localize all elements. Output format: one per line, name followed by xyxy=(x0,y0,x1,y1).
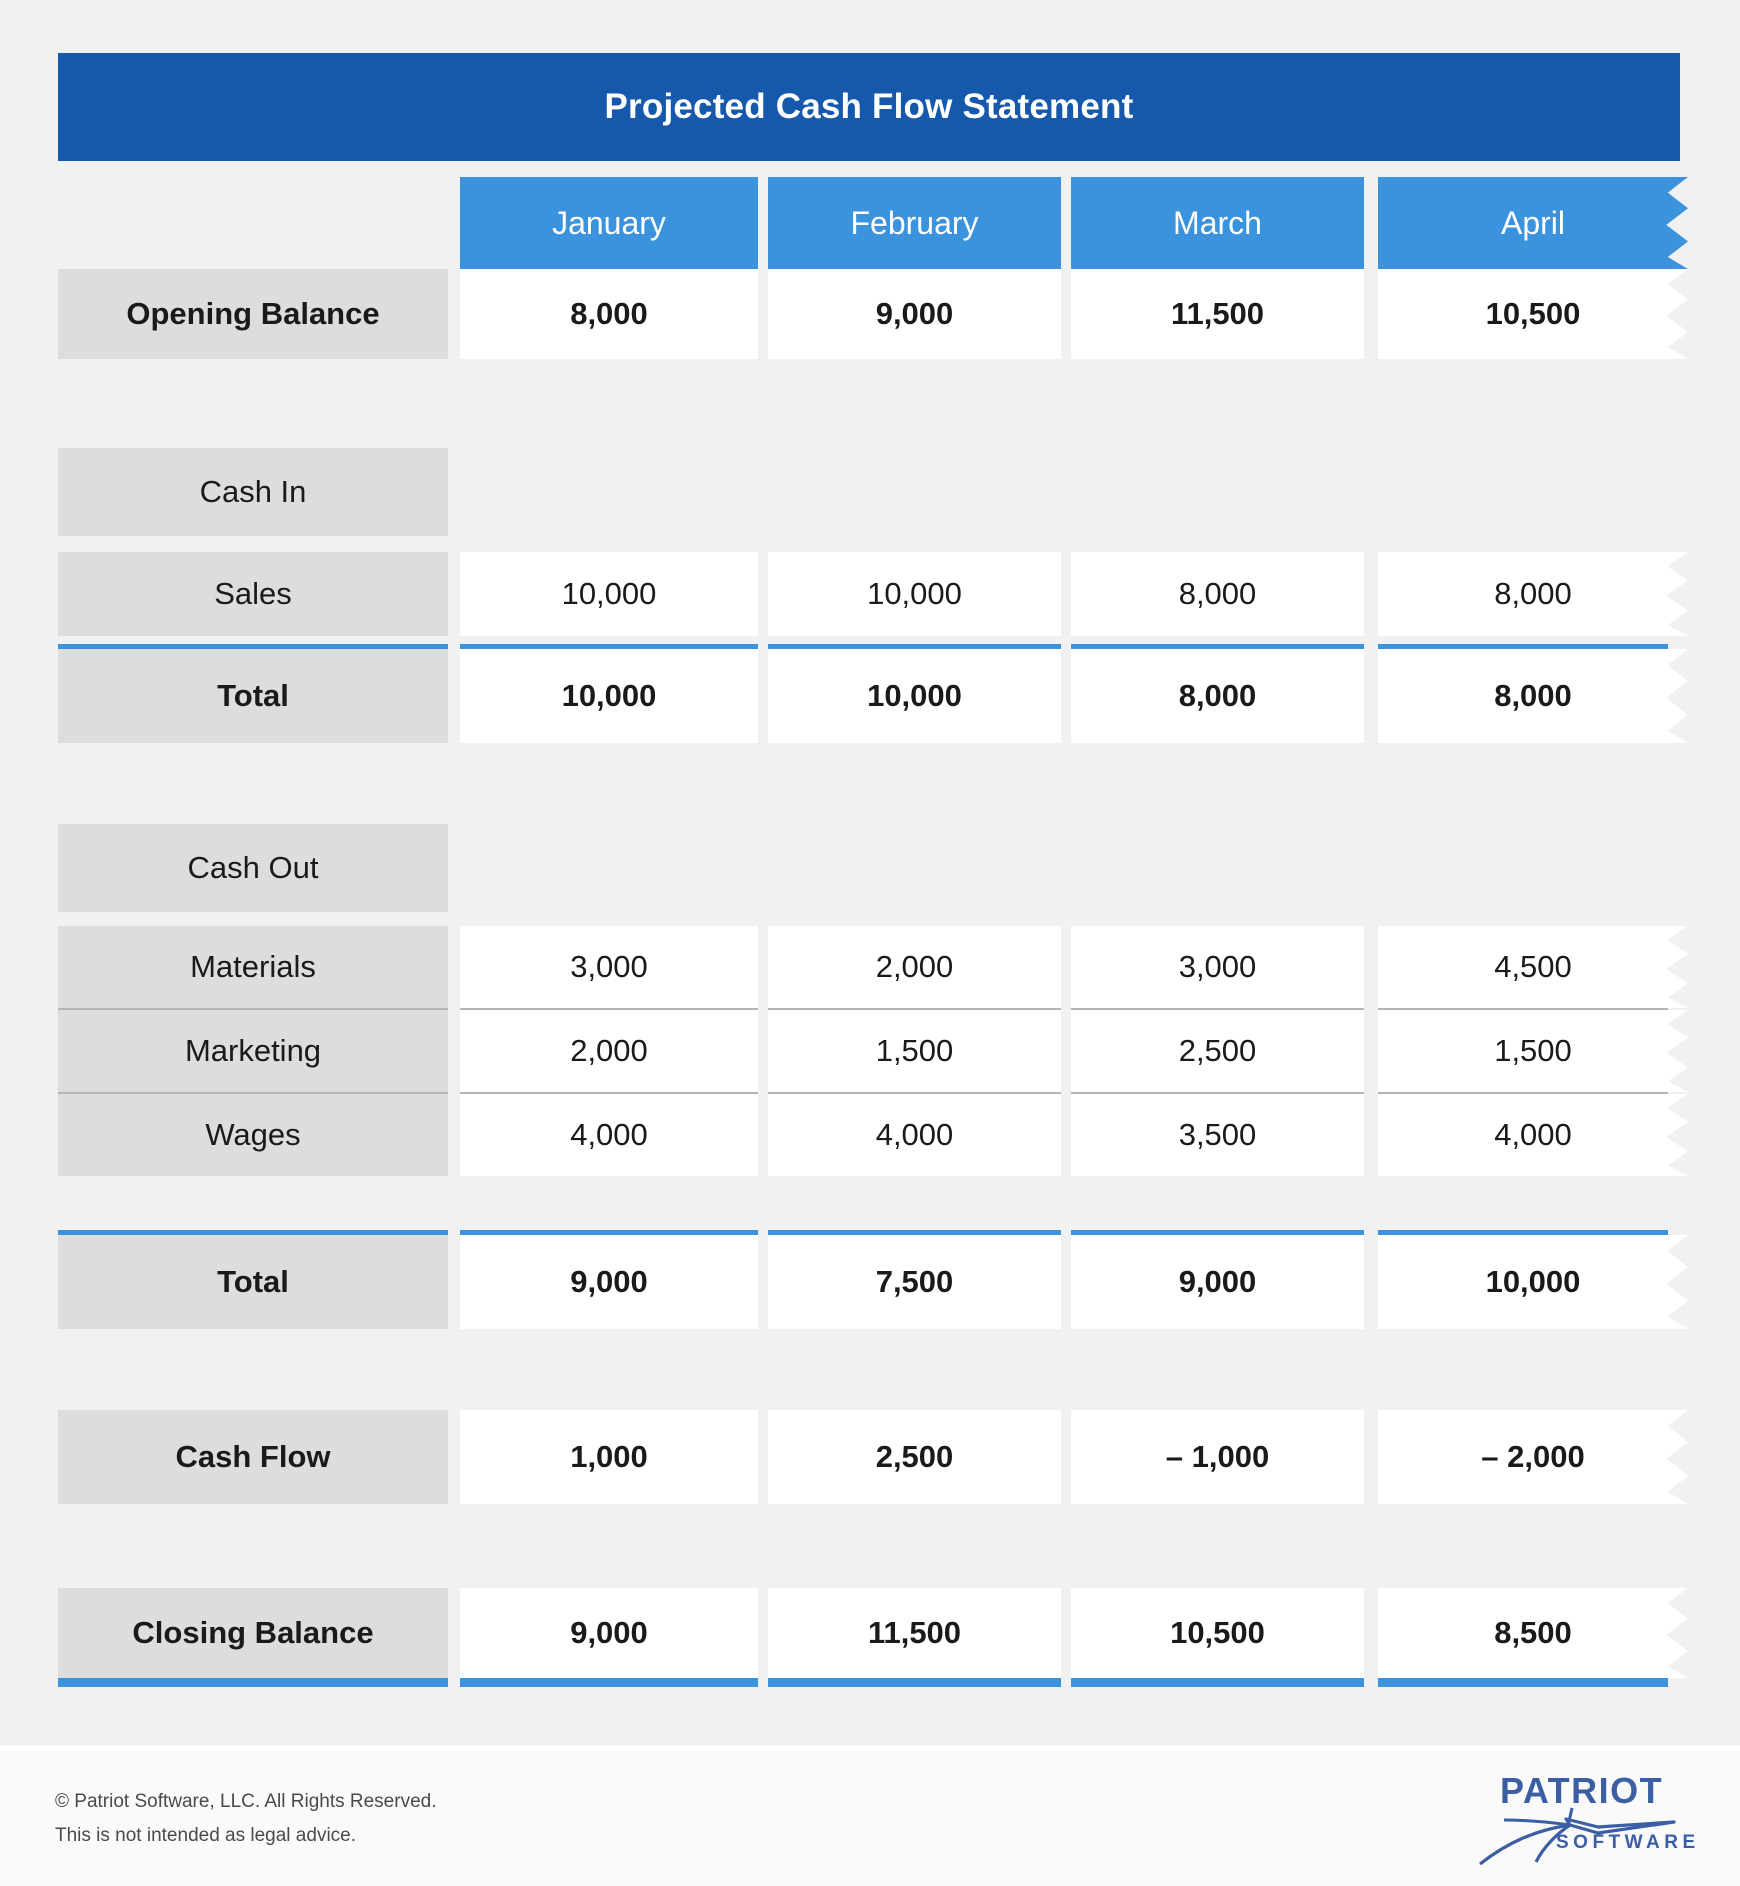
page-title-bar: Projected Cash Flow Statement xyxy=(58,53,1680,161)
subtotal-rule xyxy=(1378,644,1668,649)
table-cell: 1,500 xyxy=(768,1010,1061,1092)
table-cell: 4,500 xyxy=(1378,926,1688,1008)
table-cell: 2,500 xyxy=(768,1410,1061,1504)
row-label-sales: Sales xyxy=(58,552,448,636)
logo-subtext: SOFTWARE xyxy=(1556,1832,1700,1853)
row-label-cash-in-total: Total xyxy=(58,649,448,743)
table-cell: – 1,000 xyxy=(1071,1410,1364,1504)
table-cell: 8,000 xyxy=(1071,649,1364,743)
table-cell: 10,000 xyxy=(460,649,758,743)
table-cell: 4,000 xyxy=(768,1094,1061,1176)
table-cell: 4,000 xyxy=(1378,1094,1688,1176)
section-header-cash-out: Cash Out xyxy=(58,824,448,912)
table-cell: 10,000 xyxy=(1378,1235,1688,1329)
table-cell: 9,000 xyxy=(460,1235,758,1329)
table-cell: 9,000 xyxy=(768,269,1061,359)
row-divider xyxy=(1378,1092,1668,1094)
section-header-cash-in: Cash In xyxy=(58,448,448,536)
table-cell: 8,000 xyxy=(1071,552,1364,636)
closing-balance-rule xyxy=(58,1678,448,1687)
patriot-software-logo: PATRIOT SOFTWARE xyxy=(1478,1770,1695,1866)
table-cell: 8,000 xyxy=(1378,552,1688,636)
table-cell: 4,000 xyxy=(460,1094,758,1176)
column-header-february: February xyxy=(768,177,1061,269)
row-label-opening-balance: Opening Balance xyxy=(58,269,448,359)
table-cell: 10,500 xyxy=(1071,1588,1364,1678)
row-label-wages: Wages xyxy=(58,1094,448,1176)
table-cell: 7,500 xyxy=(768,1235,1061,1329)
row-divider xyxy=(1378,1008,1668,1010)
table-cell: 11,500 xyxy=(1071,269,1364,359)
closing-balance-rule xyxy=(768,1678,1061,1687)
table-cell: 10,000 xyxy=(460,552,758,636)
table-cell: 3,000 xyxy=(460,926,758,1008)
table-cell: 10,000 xyxy=(768,649,1061,743)
subtotal-rule xyxy=(1378,1230,1668,1235)
copyright-block: © Patriot Software, LLC. All Rights Rese… xyxy=(55,1785,437,1853)
cash-flow-statement-page: Projected Cash Flow Statement January Fe… xyxy=(0,0,1740,1886)
row-label-marketing: Marketing xyxy=(58,1010,448,1092)
table-cell: 1,000 xyxy=(460,1410,758,1504)
table-cell: 10,000 xyxy=(768,552,1061,636)
closing-balance-rule xyxy=(1071,1678,1364,1687)
copyright-line-1: © Patriot Software, LLC. All Rights Rese… xyxy=(55,1791,437,1812)
column-header-march: March xyxy=(1071,177,1364,269)
table-cell: 2,500 xyxy=(1071,1010,1364,1092)
row-label-closing-balance: Closing Balance xyxy=(58,1588,448,1678)
table-cell: 8,000 xyxy=(460,269,758,359)
row-label-materials: Materials xyxy=(58,926,448,1008)
closing-balance-rule xyxy=(460,1678,758,1687)
table-cell: 9,000 xyxy=(1071,1235,1364,1329)
closing-balance-rule xyxy=(1378,1678,1668,1687)
table-cell: 8,500 xyxy=(1378,1588,1688,1678)
copyright-line-2: This is not intended as legal advice. xyxy=(55,1825,357,1846)
table-cell: 11,500 xyxy=(768,1588,1061,1678)
page-title: Projected Cash Flow Statement xyxy=(604,87,1134,126)
row-label-cash-out-total: Total xyxy=(58,1235,448,1329)
column-header-april: April xyxy=(1378,177,1688,269)
column-header-january: January xyxy=(460,177,758,269)
table-cell: 10,500 xyxy=(1378,269,1688,359)
table-cell: 9,000 xyxy=(460,1588,758,1678)
table-cell: 2,000 xyxy=(460,1010,758,1092)
table-cell: 3,500 xyxy=(1071,1094,1364,1176)
table-cell: 1,500 xyxy=(1378,1010,1688,1092)
table-cell: 2,000 xyxy=(768,926,1061,1008)
row-label-cash-flow: Cash Flow xyxy=(58,1410,448,1504)
table-cell: 8,000 xyxy=(1378,649,1688,743)
table-cell: 3,000 xyxy=(1071,926,1364,1008)
table-cell: – 2,000 xyxy=(1378,1410,1688,1504)
